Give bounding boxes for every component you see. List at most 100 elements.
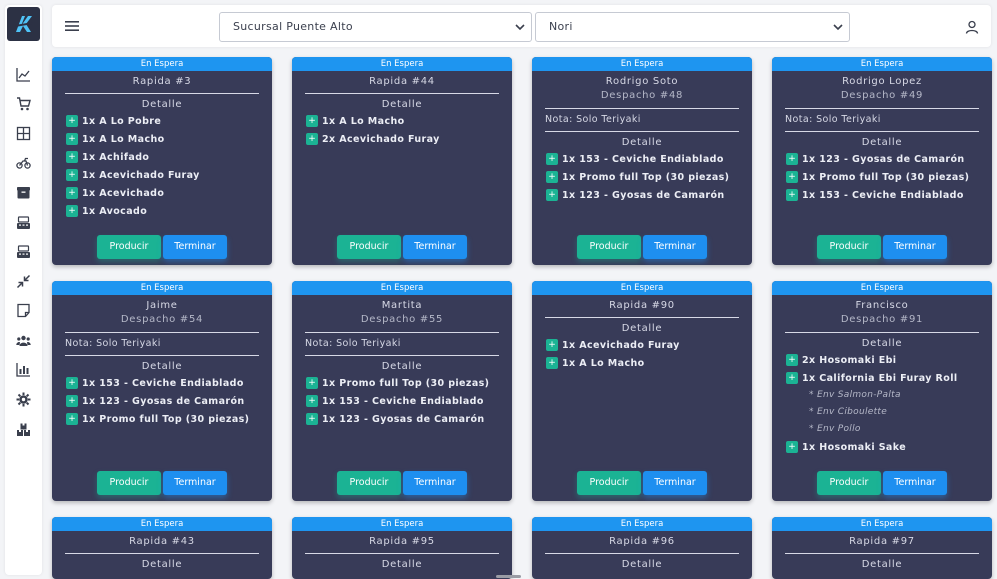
report-icon[interactable] <box>16 362 31 377</box>
plus-icon[interactable]: + <box>786 171 798 183</box>
order-card: En Espera Rapida #90 Detalle +1x Acevichado… <box>532 281 752 501</box>
plus-icon[interactable]: + <box>66 187 78 199</box>
plus-icon[interactable]: + <box>786 354 798 366</box>
plus-icon[interactable]: + <box>306 395 318 407</box>
plus-icon[interactable]: + <box>786 441 798 453</box>
order-card: En Espera Martita Despacho #55 Nota: Solo T… <box>292 281 512 501</box>
divider <box>545 108 739 109</box>
produce-button[interactable]: Producir <box>817 471 881 495</box>
finish-button[interactable]: Terminar <box>643 471 707 495</box>
order-subtitle: Despacho #91 <box>840 314 924 325</box>
order-item: +1x Promo full Top (30 piezas) <box>292 374 512 392</box>
cash-register-2-icon[interactable] <box>16 244 31 259</box>
order-item: +1x 123 - Gyosas de Camarón <box>532 186 752 204</box>
order-status-badge: En Espera <box>772 57 992 71</box>
compress-icon[interactable] <box>16 274 31 289</box>
plus-icon[interactable]: + <box>306 413 318 425</box>
topbar: Sucursal Puente Alto Nori <box>52 5 991 47</box>
plus-icon[interactable]: + <box>66 151 78 163</box>
order-card: En Espera Rapida #44 Detalle +1x A Lo Macho… <box>292 57 512 265</box>
order-item-label: 1x 123 - Gyosas de Camarón <box>802 153 965 165</box>
note-icon[interactable] <box>16 303 31 318</box>
boxes-icon[interactable] <box>16 422 31 437</box>
produce-button[interactable]: Producir <box>337 471 401 495</box>
plus-icon[interactable]: + <box>66 169 78 181</box>
divider <box>545 553 739 554</box>
station-select[interactable]: Nori <box>535 12 850 42</box>
order-item: +1x 153 - Ceviche Endiablado <box>292 392 512 410</box>
order-item: +1x A Lo Macho <box>532 354 752 372</box>
divider <box>305 553 499 554</box>
cash-register-icon[interactable] <box>16 215 31 230</box>
order-card: En Espera Rapida #96 Detalle <box>532 517 752 579</box>
order-item: +1x 153 - Ceviche Endiablado <box>772 186 992 204</box>
plus-icon[interactable]: + <box>546 357 558 369</box>
plus-icon[interactable]: + <box>546 339 558 351</box>
order-status-badge: En Espera <box>532 281 752 295</box>
order-item-label: 1x A Lo Pobre <box>82 115 162 127</box>
order-item-label: 1x A Lo Macho <box>82 133 165 145</box>
box-icon[interactable] <box>16 185 31 200</box>
order-title: Rapida #3 <box>132 76 192 87</box>
produce-button[interactable]: Producir <box>577 235 641 259</box>
plus-icon[interactable]: + <box>786 189 798 201</box>
cart-icon[interactable] <box>16 96 31 111</box>
order-item-label: 1x Acevichado Furay <box>562 339 680 351</box>
sidebar <box>5 5 42 575</box>
plus-icon[interactable]: + <box>306 115 318 127</box>
users-icon[interactable] <box>16 333 31 348</box>
produce-button[interactable]: Producir <box>97 471 161 495</box>
plus-icon[interactable]: + <box>546 171 558 183</box>
scroll-indicator[interactable] <box>496 575 521 578</box>
plus-icon[interactable]: + <box>306 377 318 389</box>
plus-icon[interactable]: + <box>546 153 558 165</box>
order-status-badge: En Espera <box>52 57 272 71</box>
app-logo[interactable] <box>7 7 40 41</box>
plus-icon[interactable]: + <box>66 395 78 407</box>
plus-icon[interactable]: + <box>66 115 78 127</box>
order-item-label: 1x Promo full Top (30 piezas) <box>322 377 490 389</box>
order-item-option: * Env Salmon-Palta <box>809 390 901 400</box>
produce-button[interactable]: Producir <box>337 235 401 259</box>
order-note: Nota: Solo Teriyaki <box>785 114 881 125</box>
grid-icon[interactable] <box>16 126 31 141</box>
finish-button[interactable]: Terminar <box>403 471 467 495</box>
finish-button[interactable]: Terminar <box>403 235 467 259</box>
plus-icon[interactable]: + <box>66 205 78 217</box>
plus-icon[interactable]: + <box>306 133 318 145</box>
branch-select[interactable]: Sucursal Puente Alto <box>219 12 532 42</box>
divider <box>305 93 499 94</box>
menu-icon[interactable] <box>65 19 79 33</box>
chart-line-icon[interactable] <box>16 67 31 82</box>
finish-button[interactable]: Terminar <box>163 235 227 259</box>
plus-icon[interactable]: + <box>786 372 798 384</box>
divider <box>545 317 739 318</box>
finish-button[interactable]: Terminar <box>883 471 947 495</box>
order-title: Rapida #95 <box>369 536 435 547</box>
order-item: +1x Promo full Top (30 piezas) <box>532 168 752 186</box>
gear-icon[interactable] <box>16 392 31 407</box>
finish-button[interactable]: Terminar <box>883 235 947 259</box>
user-icon[interactable] <box>965 20 979 34</box>
plus-icon[interactable]: + <box>546 189 558 201</box>
order-card: En Espera Rapida #95 Detalle <box>292 517 512 579</box>
produce-button[interactable]: Producir <box>577 471 641 495</box>
order-card: En Espera Jaime Despacho #54 Nota: Solo Ter… <box>52 281 272 501</box>
produce-button[interactable]: Producir <box>97 235 161 259</box>
order-subtitle: Despacho #54 <box>120 314 204 325</box>
order-status-badge: En Espera <box>52 281 272 295</box>
order-item-label: 2x Hosomaki Ebi <box>802 354 897 366</box>
finish-button[interactable]: Terminar <box>643 235 707 259</box>
order-item-label: 1x Acevichado Furay <box>82 169 200 181</box>
order-card: En Espera Francisco Despacho #91 Detalle +2x… <box>772 281 992 501</box>
plus-icon[interactable]: + <box>66 133 78 145</box>
divider <box>305 355 499 356</box>
motorcycle-icon[interactable] <box>16 155 31 170</box>
plus-icon[interactable]: + <box>786 153 798 165</box>
plus-icon[interactable]: + <box>66 377 78 389</box>
plus-icon[interactable]: + <box>66 413 78 425</box>
produce-button[interactable]: Producir <box>817 235 881 259</box>
finish-button[interactable]: Terminar <box>163 471 227 495</box>
divider <box>65 355 259 356</box>
order-note: Nota: Solo Teriyaki <box>65 338 161 349</box>
